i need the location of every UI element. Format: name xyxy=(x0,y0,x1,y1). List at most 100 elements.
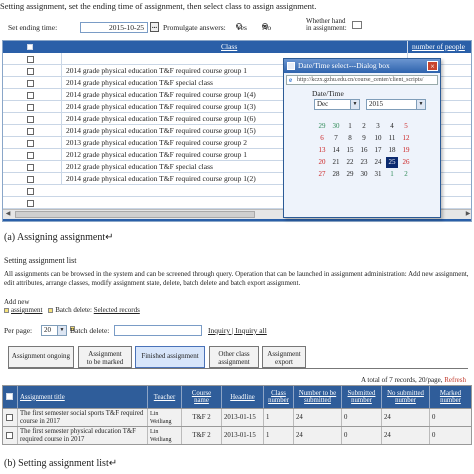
assignment-title-cell[interactable]: The first semester physical education T&… xyxy=(17,427,147,444)
calendar-day[interactable]: 11 xyxy=(386,133,398,144)
calendar-day[interactable]: 19 xyxy=(400,145,412,156)
tab-to-be-marked[interactable]: Assignment to be marked xyxy=(78,346,132,368)
row-checkbox[interactable] xyxy=(27,104,34,111)
calendar-day[interactable]: 31 xyxy=(372,169,384,180)
calendar-day[interactable]: 10 xyxy=(372,133,384,144)
calendar-day[interactable]: 25 xyxy=(386,157,398,168)
col-class-number[interactable]: Class number xyxy=(263,386,293,408)
row-checkbox[interactable] xyxy=(27,68,34,75)
assignment-title-cell[interactable]: The first semester social sports T&F req… xyxy=(17,409,147,426)
col-not-submitted[interactable]: No submitted number xyxy=(381,386,429,408)
calendar-day[interactable]: 15 xyxy=(344,145,356,156)
calendar-day[interactable]: 16 xyxy=(358,145,370,156)
scroll-left-icon[interactable]: ◀ xyxy=(3,210,13,219)
calendar-day[interactable]: 18 xyxy=(386,145,398,156)
month-value: Dec xyxy=(317,100,329,108)
scroll-right-icon[interactable]: ▶ xyxy=(463,210,471,219)
add-toolbar: Add new assignment Batch delete: Selecte… xyxy=(4,298,140,314)
calendar-day[interactable]: 8 xyxy=(344,133,356,144)
calendar-day[interactable]: 1 xyxy=(386,169,398,180)
row-checkbox[interactable] xyxy=(27,140,34,147)
tab-label: Assignment ongoing xyxy=(11,352,71,360)
hand-in-checkbox[interactable] xyxy=(352,21,362,29)
calendar-day[interactable]: 7 xyxy=(330,133,342,144)
ending-time-input[interactable]: 2015-10-25 xyxy=(80,22,148,33)
row-checkbox[interactable] xyxy=(27,176,34,183)
calendar-day[interactable]: 17 xyxy=(372,145,384,156)
col-to-be-submitted[interactable]: Number to be submitted xyxy=(293,386,341,408)
teacher-cell: Lin Weiliang xyxy=(147,427,181,444)
col-course-name[interactable]: Course name xyxy=(181,386,221,408)
tab-assignment-export[interactable]: Assignment export xyxy=(262,346,306,368)
col-teacher[interactable]: Teacher xyxy=(147,386,181,408)
calendar-day[interactable]: 29 xyxy=(344,169,356,180)
calendar-day[interactable]: 30 xyxy=(358,169,370,180)
chevron-down-icon[interactable]: ▼ xyxy=(57,326,66,335)
calendar-day[interactable]: 6 xyxy=(316,133,328,144)
calendar-day[interactable]: 28 xyxy=(330,169,342,180)
calendar-day[interactable]: 23 xyxy=(358,157,370,168)
calendar-day[interactable]: 30 xyxy=(330,121,342,132)
calendar-day[interactable]: 12 xyxy=(400,133,412,144)
add-assignment-link[interactable]: assignment xyxy=(11,306,43,314)
calendar-day[interactable]: 21 xyxy=(330,157,342,168)
batch-delete-input[interactable] xyxy=(114,325,202,336)
table-row[interactable]: The first semester physical education T&… xyxy=(3,426,471,444)
chevron-down-icon[interactable]: ▼ xyxy=(350,100,359,109)
tab-other-class[interactable]: Other class assignment xyxy=(209,346,259,368)
calendar-day[interactable]: 24 xyxy=(372,157,384,168)
row-checkbox[interactable] xyxy=(27,56,34,63)
calendar-day[interactable]: 3 xyxy=(372,121,384,132)
calendar-day[interactable]: 26 xyxy=(400,157,412,168)
calendar-day[interactable]: 20 xyxy=(316,157,328,168)
dialog-title-text: Date/Time select---Dialog box xyxy=(298,61,390,70)
chevron-down-icon[interactable]: ▼ xyxy=(416,100,425,109)
row-checkbox[interactable] xyxy=(27,164,34,171)
row-checkbox[interactable] xyxy=(27,128,34,135)
calendar-day[interactable]: 9 xyxy=(358,133,370,144)
calendar-day[interactable]: 5 xyxy=(400,121,412,132)
calendar-day[interactable]: 4 xyxy=(386,121,398,132)
not-submitted-cell: 24 xyxy=(381,427,429,444)
calendar-day[interactable]: 2 xyxy=(400,169,412,180)
inquiry-links[interactable]: Inquiry | Inquiry all xyxy=(208,326,267,335)
date-picker-button[interactable]: ... xyxy=(150,22,159,32)
calendar-day[interactable]: 29 xyxy=(316,121,328,132)
calendar-day[interactable]: 13 xyxy=(316,145,328,156)
calendar-day[interactable]: 22 xyxy=(344,157,356,168)
row-checkbox[interactable] xyxy=(6,414,13,421)
number-column-header[interactable]: number of people xyxy=(407,41,465,53)
calendar-day[interactable]: 2 xyxy=(358,121,370,132)
tab-finished-assignment[interactable]: Finished assignment xyxy=(135,346,205,368)
row-checkbox[interactable] xyxy=(27,116,34,123)
tab-label: Assignment xyxy=(267,350,301,358)
row-checkbox[interactable] xyxy=(27,92,34,99)
scroll-thumb[interactable] xyxy=(15,211,255,218)
class-column-header[interactable]: Class xyxy=(221,42,237,51)
row-checkbox[interactable] xyxy=(6,432,13,439)
select-all-checkbox[interactable] xyxy=(27,44,33,50)
col-marked[interactable]: Marked number xyxy=(429,386,471,408)
tab-label-2: assignment xyxy=(218,358,250,366)
col-submitted[interactable]: Submitted number xyxy=(341,386,381,408)
calendar-day[interactable]: 14 xyxy=(330,145,342,156)
row-checkbox[interactable] xyxy=(27,152,34,159)
close-icon[interactable]: × xyxy=(427,61,438,71)
row-checkbox[interactable] xyxy=(27,80,34,87)
col-assignment-title[interactable]: Assignment title xyxy=(17,386,147,408)
selected-records-link[interactable]: Selected records xyxy=(94,306,140,314)
tab-assignment-ongoing[interactable]: Assignment ongoing xyxy=(8,346,74,368)
refresh-link[interactable]: Refresh xyxy=(444,376,466,384)
per-page-select[interactable]: 20 ▼ xyxy=(41,325,67,336)
calendar-day[interactable]: 27 xyxy=(316,169,328,180)
to-submit-cell: 24 xyxy=(293,409,341,426)
calendar-day[interactable]: 1 xyxy=(344,121,356,132)
col-headline[interactable]: Headline xyxy=(221,386,263,408)
row-checkbox[interactable] xyxy=(27,188,34,195)
select-all-checkbox[interactable] xyxy=(6,393,13,400)
add-new-label[interactable]: Add new xyxy=(4,298,140,306)
month-select[interactable]: Dec ▼ xyxy=(314,99,360,110)
row-checkbox[interactable] xyxy=(27,200,34,207)
table-row[interactable]: The first semester social sports T&F req… xyxy=(3,408,471,426)
year-select[interactable]: 2015 ▼ xyxy=(366,99,426,110)
